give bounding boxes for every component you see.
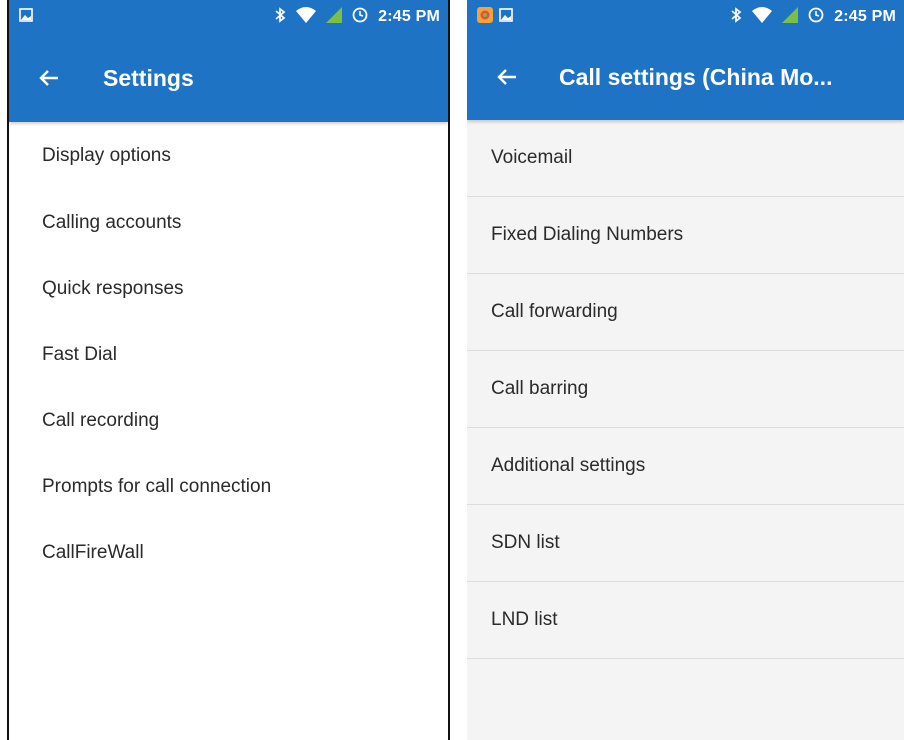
call-settings-item-fdn[interactable]: Fixed Dialing Numbers	[467, 197, 904, 274]
signal-icon	[326, 7, 343, 27]
alarm-icon	[352, 7, 368, 27]
call-settings-item-additional[interactable]: Additional settings	[467, 428, 904, 505]
back-button[interactable]	[493, 63, 521, 91]
page-title: Call settings (China Mo...	[559, 63, 833, 90]
settings-item-call-recording[interactable]: Call recording	[9, 388, 448, 454]
image-icon	[499, 7, 513, 27]
bluetooth-icon	[274, 7, 286, 27]
status-time: 2:45 PM	[834, 8, 896, 25]
status-time: 2:45 PM	[378, 8, 440, 25]
call-settings-item-call-barring[interactable]: Call barring	[467, 351, 904, 428]
screen-divider	[448, 0, 450, 740]
call-settings-screen: 2:45 PM Call settings (China Mo... Voice…	[467, 0, 904, 740]
settings-item-label: CallFireWall	[42, 542, 144, 563]
call-settings-item-sdn-list[interactable]: SDN list	[467, 505, 904, 582]
settings-item-label: Call recording	[42, 410, 160, 431]
settings-item-display-options[interactable]: Display options	[9, 122, 448, 190]
call-settings-item-lnd-list[interactable]: LND list	[467, 582, 904, 659]
back-button[interactable]	[35, 64, 63, 92]
call-settings-item-label: Call forwarding	[491, 301, 618, 322]
wifi-icon	[296, 7, 317, 27]
bluetooth-icon	[730, 7, 742, 27]
settings-item-prompts[interactable]: Prompts for call connection	[9, 454, 448, 520]
settings-item-label: Display options	[42, 145, 171, 166]
arrow-left-icon	[39, 70, 58, 86]
settings-list: Display options Calling accounts Quick r…	[9, 122, 448, 586]
image-icon	[19, 7, 33, 27]
call-settings-item-label: Fixed Dialing Numbers	[491, 224, 684, 245]
page-title: Settings	[103, 64, 194, 91]
arrow-left-icon	[497, 69, 516, 85]
settings-item-label: Quick responses	[42, 278, 184, 299]
settings-item-fast-dial[interactable]: Fast Dial	[9, 322, 448, 388]
call-settings-list: Voicemail Fixed Dialing Numbers Call for…	[467, 120, 904, 659]
alarm-icon	[808, 7, 824, 27]
settings-item-label: Calling accounts	[42, 212, 182, 233]
settings-item-calling-accounts[interactable]: Calling accounts	[9, 190, 448, 256]
settings-item-label: Fast Dial	[42, 344, 117, 365]
app-bar: Settings	[9, 34, 448, 122]
call-settings-item-label: Additional settings	[491, 455, 646, 476]
app-bar: Call settings (China Mo...	[467, 34, 904, 120]
call-settings-item-label: LND list	[491, 609, 558, 630]
settings-item-quick-responses[interactable]: Quick responses	[9, 256, 448, 322]
call-settings-item-label: Voicemail	[491, 147, 573, 168]
signal-icon	[782, 7, 799, 27]
settings-screen: 2:45 PM Settings Display options Calling…	[9, 0, 448, 740]
status-bar: 2:45 PM	[467, 0, 904, 34]
settings-item-label: Prompts for call connection	[42, 476, 272, 497]
app-badge-icon	[477, 6, 493, 28]
wifi-icon	[752, 7, 773, 27]
settings-item-callfirewall[interactable]: CallFireWall	[9, 520, 448, 586]
call-settings-item-label: Call barring	[491, 378, 589, 399]
status-bar: 2:45 PM	[9, 0, 448, 34]
call-settings-item-label: SDN list	[491, 532, 560, 553]
call-settings-item-voicemail[interactable]: Voicemail	[467, 120, 904, 197]
call-settings-item-call-forwarding[interactable]: Call forwarding	[467, 274, 904, 351]
